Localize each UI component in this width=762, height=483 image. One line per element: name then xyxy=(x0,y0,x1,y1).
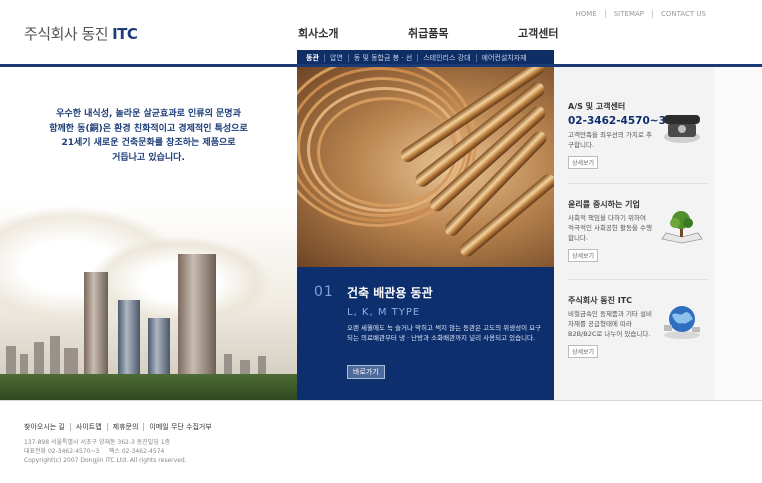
feature-number: 01 xyxy=(314,284,334,300)
trees-image xyxy=(0,374,297,400)
footer-menu: 찾아오시는 길 사이트맵 제휴문의 이메일 무단 수집거부 xyxy=(24,423,217,431)
building-image xyxy=(6,346,16,376)
footer-link-directions[interactable]: 찾아오시는 길 xyxy=(24,423,70,431)
book-tree-icon xyxy=(661,211,703,244)
util-link-sitemap[interactable]: SITEMAP xyxy=(604,10,652,18)
product-subnav: 동관 압연 동 및 동합금 봉 · 선 스테인리스 강대 에어컨설치자재 xyxy=(297,50,554,65)
support-section: A/S 및 고객센터 02-3462-4570~3 고객만족을 최우선의 가치로… xyxy=(568,101,708,169)
company-logo[interactable]: 주식회사 동진 ITC xyxy=(24,23,138,44)
logo-brand: ITC xyxy=(112,25,138,43)
telephone-icon xyxy=(664,115,700,143)
footer-link-email-policy[interactable]: 이메일 무단 수집거부 xyxy=(143,423,216,431)
nav-item-products[interactable]: 취급품목 xyxy=(408,25,518,41)
right-margin xyxy=(714,67,762,400)
ethics-detail-button[interactable]: 상세보기 xyxy=(568,249,599,262)
company-section: 주식회사 동진 ITC 비철금속인 동제품과 기타 설비자재를 공급형태에 따라… xyxy=(568,295,708,358)
nav-item-company[interactable]: 회사소개 xyxy=(298,25,408,41)
info-panel: A/S 및 고객센터 02-3462-4570~3 고객만족을 최우선의 가치로… xyxy=(554,67,714,400)
skyscraper-image xyxy=(178,254,216,378)
company-detail-button[interactable]: 상세보기 xyxy=(568,345,599,358)
section-divider xyxy=(568,183,708,184)
skyscraper-image xyxy=(118,300,140,378)
footer-info: 137-898 서울특별시 서초구 양재동 362-3 동진빌딩 1층 대표전화… xyxy=(24,438,187,465)
building-image xyxy=(224,354,232,376)
footer-divider xyxy=(0,400,762,401)
subnav-item-aircon[interactable]: 에어컨설치자재 xyxy=(475,53,532,62)
footer-tel: 대표전화 02-3462-4570~3 팩스 02-3462-4574 xyxy=(24,448,165,455)
footer-copyright: Copyright(c) 2007 Dongjin ITC Ltd. All r… xyxy=(24,457,187,464)
skyscraper-image xyxy=(84,272,108,378)
building-image xyxy=(34,342,44,376)
ethics-section: 윤리를 중시하는 기업 사회적 책임을 다하기 위하여 적극적인 사회공헌 활동… xyxy=(568,199,708,262)
footer-address: 137-898 서울특별시 서초구 양재동 362-3 동진빌딩 1층 xyxy=(24,439,171,446)
globe-icon xyxy=(664,306,700,339)
nav-item-support[interactable]: 고객센터 xyxy=(518,25,628,41)
footer-link-partnership[interactable]: 제휴문의 xyxy=(106,423,144,431)
util-link-contact[interactable]: CONTACT US xyxy=(652,10,714,18)
logo-text: 주식회사 동진 xyxy=(24,25,109,43)
feature-description: 오랜 세월에도 녹 슬거나 막히고 썩지 않는 동관은 고도의 위생성이 요구되… xyxy=(347,324,542,342)
subnav-item-stainless[interactable]: 스테인리스 강대 xyxy=(417,53,475,62)
section-divider xyxy=(568,279,708,280)
subnav-item-copper-rod[interactable]: 동 및 동합금 봉 · 선 xyxy=(347,53,417,62)
utility-nav: HOME SITEMAP CONTACT US xyxy=(567,10,714,18)
building-image xyxy=(258,356,266,376)
building-image xyxy=(64,348,78,376)
ethics-desc: 사회적 책임을 다하기 위하여 적극적인 사회공헌 활동을 수행합니다. xyxy=(568,214,652,242)
footer-link-sitemap[interactable]: 사이트맵 xyxy=(69,423,107,431)
product-feature-box: 01 건축 배관용 동관 L, K, M TYPE 오랜 세월에도 녹 슬거나 … xyxy=(297,267,554,400)
goto-button[interactable]: 바로가기 xyxy=(347,365,385,379)
skyscraper-image xyxy=(148,318,170,378)
feature-title: 건축 배관용 동관 xyxy=(347,286,433,300)
support-detail-button[interactable]: 상세보기 xyxy=(568,156,599,169)
main-visual: 우수한 내식성, 놀라운 살균효과로 인류의 문명과 함께한 동(銅)은 환경 … xyxy=(0,67,297,400)
util-link-home[interactable]: HOME xyxy=(567,10,604,18)
feature-subtitle: L, K, M TYPE xyxy=(347,307,421,318)
subnav-item-copper-tube[interactable]: 동관 xyxy=(297,54,324,62)
main-nav: 회사소개 취급품목 고객센터 xyxy=(298,25,628,41)
copper-tube-image xyxy=(297,67,554,267)
support-desc: 고객만족을 최우선의 가치로 추구합니다. xyxy=(568,131,652,149)
slogan-text: 우수한 내식성, 놀라운 살균효과로 인류의 문명과 함께한 동(銅)은 환경 … xyxy=(49,109,248,163)
subnav-item-rolling[interactable]: 압연 xyxy=(323,53,348,62)
building-image xyxy=(20,354,28,376)
company-desc: 비철금속인 동제품과 기타 설비자재를 공급형태에 따라 B2B/B2C로 나누… xyxy=(568,310,652,338)
building-image xyxy=(50,336,60,376)
